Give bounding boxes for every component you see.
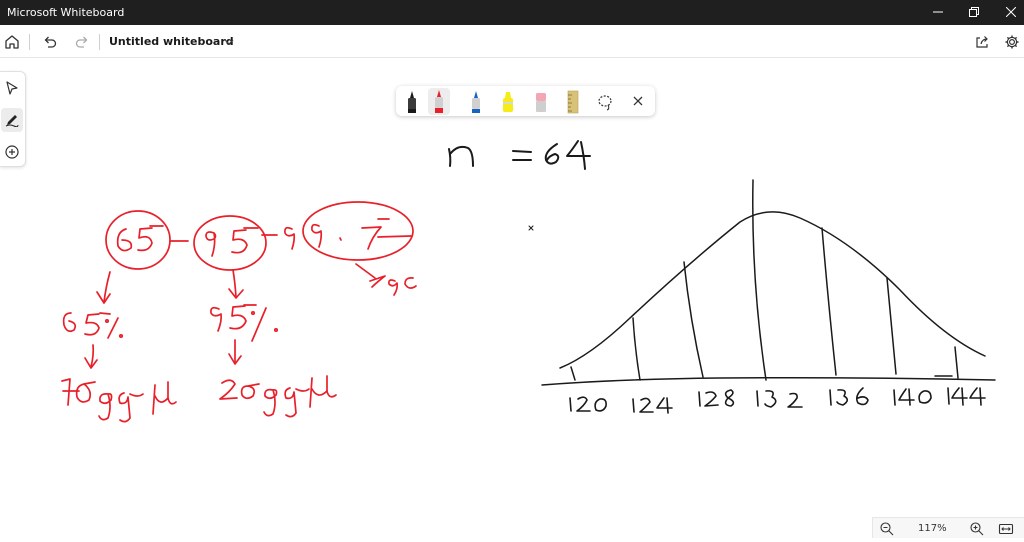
highlighter-icon bbox=[503, 92, 513, 112]
title-dropdown-button[interactable] bbox=[220, 33, 240, 53]
red-pen-button[interactable] bbox=[428, 88, 450, 115]
share-button[interactable] bbox=[972, 32, 992, 52]
redo-button[interactable] bbox=[72, 32, 92, 52]
zoom-in-icon bbox=[970, 522, 984, 536]
minimize-icon bbox=[933, 11, 943, 13]
fit-screen-icon bbox=[998, 523, 1014, 535]
chevron-down-icon bbox=[224, 39, 234, 45]
document-title[interactable]: Untitled whiteboard bbox=[109, 35, 234, 48]
lasso-icon bbox=[598, 95, 612, 111]
zoom-out-icon bbox=[880, 522, 894, 536]
fit-to-screen-button[interactable] bbox=[998, 521, 1014, 537]
empirical-rule-ink bbox=[61, 201, 417, 423]
separator bbox=[29, 34, 30, 50]
blue-pen-icon bbox=[472, 91, 480, 113]
blue-pen-button[interactable] bbox=[465, 88, 487, 115]
axis-ticks-ink bbox=[569, 387, 986, 414]
close-icon bbox=[1006, 7, 1016, 17]
undo-button[interactable] bbox=[40, 32, 60, 52]
ruler-button[interactable] bbox=[562, 88, 584, 115]
zoom-level[interactable]: 117% bbox=[918, 523, 947, 534]
undo-icon bbox=[44, 36, 57, 48]
home-button[interactable] bbox=[2, 32, 22, 52]
zoom-controls: 117% bbox=[872, 517, 1024, 538]
restore-icon bbox=[969, 7, 979, 17]
black-pen-icon bbox=[408, 91, 416, 113]
eraser-button[interactable] bbox=[530, 88, 552, 115]
redo-icon bbox=[75, 36, 88, 48]
pen-tray bbox=[396, 86, 655, 116]
black-pen-button[interactable] bbox=[401, 88, 423, 115]
stray-ink-mark bbox=[528, 225, 534, 231]
lasso-select-button[interactable] bbox=[594, 88, 616, 115]
normal-curve-ink bbox=[541, 179, 996, 386]
gear-icon bbox=[1005, 35, 1019, 49]
title-bar: Microsoft Whiteboard bbox=[0, 0, 1024, 25]
separator bbox=[99, 34, 100, 50]
close-icon bbox=[633, 96, 643, 106]
whiteboard-canvas[interactable] bbox=[0, 59, 1024, 538]
settings-button[interactable] bbox=[1002, 32, 1022, 52]
zoom-out-button[interactable] bbox=[879, 521, 895, 537]
home-icon bbox=[5, 35, 19, 49]
n-equals-64-ink bbox=[448, 140, 591, 170]
window-title: Microsoft Whiteboard bbox=[7, 6, 125, 19]
app-bar: Untitled whiteboard bbox=[0, 25, 1024, 58]
red-pen-icon bbox=[435, 90, 443, 113]
ruler-icon bbox=[567, 90, 579, 114]
share-icon bbox=[976, 36, 988, 48]
close-tray-button[interactable] bbox=[627, 88, 649, 115]
close-window-button[interactable] bbox=[988, 0, 1024, 25]
highlighter-button[interactable] bbox=[497, 88, 519, 115]
eraser-icon bbox=[536, 93, 546, 112]
zoom-in-button[interactable] bbox=[969, 521, 985, 537]
